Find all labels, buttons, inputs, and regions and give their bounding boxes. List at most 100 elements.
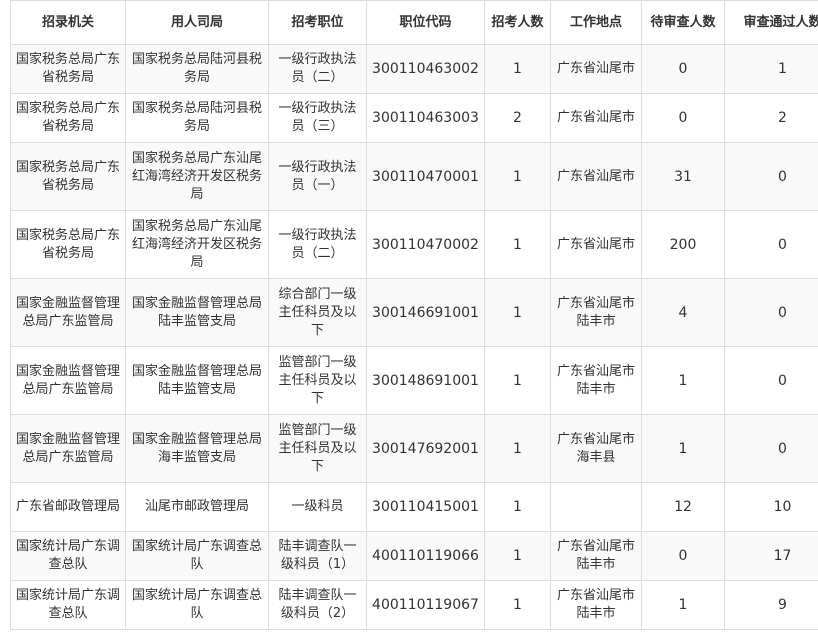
cell-recruit-count: 2	[484, 93, 551, 143]
cell-employing-department: 国家税务总局陆河县税务局	[125, 93, 269, 143]
cell-position-code: 400110119067	[366, 580, 485, 630]
cell-review-passed: 0	[724, 142, 818, 211]
header-employing-department: 用人司局	[125, 0, 269, 45]
cell-position: 陆丰调查队一级科员（1）	[268, 531, 367, 581]
cell-employing-department: 国家统计局广东调查总队	[125, 580, 269, 630]
cell-recruit-count: 1	[484, 278, 551, 347]
cell-employing-department: 汕尾市邮政管理局	[125, 482, 269, 532]
table-row: 国家税务总局广东省税务局 国家税务总局广东汕尾红海湾经济开发区税务局 一级行政执…	[10, 142, 818, 211]
cell-position: 监管部门一级主任科员及以下	[268, 346, 367, 415]
cell-pending-review: 1	[641, 346, 725, 415]
cell-employing-department: 国家金融监督管理总局海丰监管支局	[125, 414, 269, 483]
cell-review-passed: 0	[724, 414, 818, 483]
cell-recruit-count: 1	[484, 580, 551, 630]
cell-recruit-count: 1	[484, 346, 551, 415]
cell-recruit-count: 1	[484, 482, 551, 532]
cell-recruiting-agency: 国家税务总局广东省税务局	[10, 44, 126, 94]
cell-recruit-count: 1	[484, 44, 551, 94]
cell-position-code: 400110119066	[366, 531, 485, 581]
cell-pending-review: 12	[641, 482, 725, 532]
cell-recruiting-agency: 国家金融监督管理总局广东监管局	[10, 346, 126, 415]
cell-work-location: 广东省汕尾市	[550, 44, 642, 94]
table-row: 国家统计局广东调查总队 国家统计局广东调查总队 陆丰调查队一级科员（2） 400…	[10, 580, 818, 630]
cell-pending-review: 1	[641, 580, 725, 630]
header-review-passed: 审查通过人数	[724, 0, 818, 45]
cell-pending-review: 4	[641, 278, 725, 347]
header-pending-review: 待审查人数	[641, 0, 725, 45]
cell-work-location	[550, 482, 642, 532]
table-row: 广东省邮政管理局 汕尾市邮政管理局 一级科员 300110415001 1 12…	[10, 482, 818, 532]
cell-pending-review: 1	[641, 414, 725, 483]
cell-position: 综合部门一级主任科员及以下	[268, 278, 367, 347]
cell-review-passed: 2	[724, 93, 818, 143]
cell-employing-department: 国家金融监督管理总局陆丰监管支局	[125, 278, 269, 347]
cell-work-location: 广东省汕尾市陆丰市	[550, 346, 642, 415]
cell-recruiting-agency: 国家统计局广东调查总队	[10, 531, 126, 581]
recruitment-review-table: 招录机关 用人司局 招考职位 职位代码 招考人数 工作地点 待审查人数 审查通过…	[10, 0, 818, 630]
cell-review-passed: 0	[724, 278, 818, 347]
table-row: 国家金融监督管理总局广东监管局 国家金融监督管理总局海丰监管支局 监管部门一级主…	[10, 414, 818, 483]
cell-work-location: 广东省汕尾市	[550, 142, 642, 211]
cell-review-passed: 1	[724, 44, 818, 94]
cell-pending-review: 200	[641, 210, 725, 279]
cell-recruit-count: 1	[484, 531, 551, 581]
cell-recruiting-agency: 国家统计局广东调查总队	[10, 580, 126, 630]
cell-work-location: 广东省汕尾市陆丰市	[550, 580, 642, 630]
cell-review-passed: 9	[724, 580, 818, 630]
cell-position-code: 300147692001	[366, 414, 485, 483]
cell-recruit-count: 1	[484, 142, 551, 211]
cell-pending-review: 0	[641, 531, 725, 581]
cell-recruit-count: 1	[484, 414, 551, 483]
cell-pending-review: 0	[641, 44, 725, 94]
cell-recruit-count: 1	[484, 210, 551, 279]
cell-position-code: 300110470001	[366, 142, 485, 211]
header-recruiting-agency: 招录机关	[10, 0, 126, 45]
cell-position-code: 300110463003	[366, 93, 485, 143]
cell-position: 一级科员	[268, 482, 367, 532]
table-row: 国家税务总局广东省税务局 国家税务总局陆河县税务局 一级行政执法员（二） 300…	[10, 44, 818, 94]
cell-work-location: 广东省汕尾市	[550, 210, 642, 279]
cell-recruiting-agency: 国家金融监督管理总局广东监管局	[10, 278, 126, 347]
header-position: 招考职位	[268, 0, 367, 45]
cell-work-location: 广东省汕尾市陆丰市	[550, 531, 642, 581]
cell-position-code: 300146691001	[366, 278, 485, 347]
cell-review-passed: 0	[724, 210, 818, 279]
table-row: 国家金融监督管理总局广东监管局 国家金融监督管理总局陆丰监管支局 综合部门一级主…	[10, 278, 818, 347]
cell-employing-department: 国家税务总局陆河县税务局	[125, 44, 269, 94]
cell-recruiting-agency: 国家税务总局广东省税务局	[10, 142, 126, 211]
cell-pending-review: 0	[641, 93, 725, 143]
cell-review-passed: 0	[724, 346, 818, 415]
header-position-code: 职位代码	[366, 0, 485, 45]
cell-position-code: 300110463002	[366, 44, 485, 94]
cell-work-location: 广东省汕尾市陆丰市	[550, 278, 642, 347]
table-row: 国家税务总局广东省税务局 国家税务总局广东汕尾红海湾经济开发区税务局 一级行政执…	[10, 210, 818, 279]
cell-pending-review: 31	[641, 142, 725, 211]
header-work-location: 工作地点	[550, 0, 642, 45]
cell-employing-department: 国家税务总局广东汕尾红海湾经济开发区税务局	[125, 210, 269, 279]
cell-recruiting-agency: 国家金融监督管理总局广东监管局	[10, 414, 126, 483]
table-row: 国家统计局广东调查总队 国家统计局广东调查总队 陆丰调查队一级科员（1） 400…	[10, 531, 818, 581]
table-row: 国家金融监督管理总局广东监管局 国家金融监督管理总局陆丰监管支局 监管部门一级主…	[10, 346, 818, 415]
page: 招录机关 用人司局 招考职位 职位代码 招考人数 工作地点 待审查人数 审查通过…	[0, 0, 818, 633]
cell-recruiting-agency: 国家税务总局广东省税务局	[10, 93, 126, 143]
cell-position: 一级行政执法员（一）	[268, 142, 367, 211]
cell-employing-department: 国家统计局广东调查总队	[125, 531, 269, 581]
cell-work-location: 广东省汕尾市海丰县	[550, 414, 642, 483]
cell-employing-department: 国家税务总局广东汕尾红海湾经济开发区税务局	[125, 142, 269, 211]
cell-position-code: 300148691001	[366, 346, 485, 415]
cell-position: 一级行政执法员（三）	[268, 93, 367, 143]
cell-recruiting-agency: 国家税务总局广东省税务局	[10, 210, 126, 279]
cell-position-code: 300110415001	[366, 482, 485, 532]
cell-position: 陆丰调查队一级科员（2）	[268, 580, 367, 630]
cell-position-code: 300110470002	[366, 210, 485, 279]
table-header-row: 招录机关 用人司局 招考职位 职位代码 招考人数 工作地点 待审查人数 审查通过…	[10, 0, 818, 45]
cell-recruiting-agency: 广东省邮政管理局	[10, 482, 126, 532]
cell-review-passed: 10	[724, 482, 818, 532]
cell-position: 监管部门一级主任科员及以下	[268, 414, 367, 483]
cell-work-location: 广东省汕尾市	[550, 93, 642, 143]
cell-position: 一级行政执法员（二）	[268, 44, 367, 94]
header-recruit-count: 招考人数	[484, 0, 551, 45]
cell-employing-department: 国家金融监督管理总局陆丰监管支局	[125, 346, 269, 415]
cell-position: 一级行政执法员（二）	[268, 210, 367, 279]
table-row: 国家税务总局广东省税务局 国家税务总局陆河县税务局 一级行政执法员（三） 300…	[10, 93, 818, 143]
